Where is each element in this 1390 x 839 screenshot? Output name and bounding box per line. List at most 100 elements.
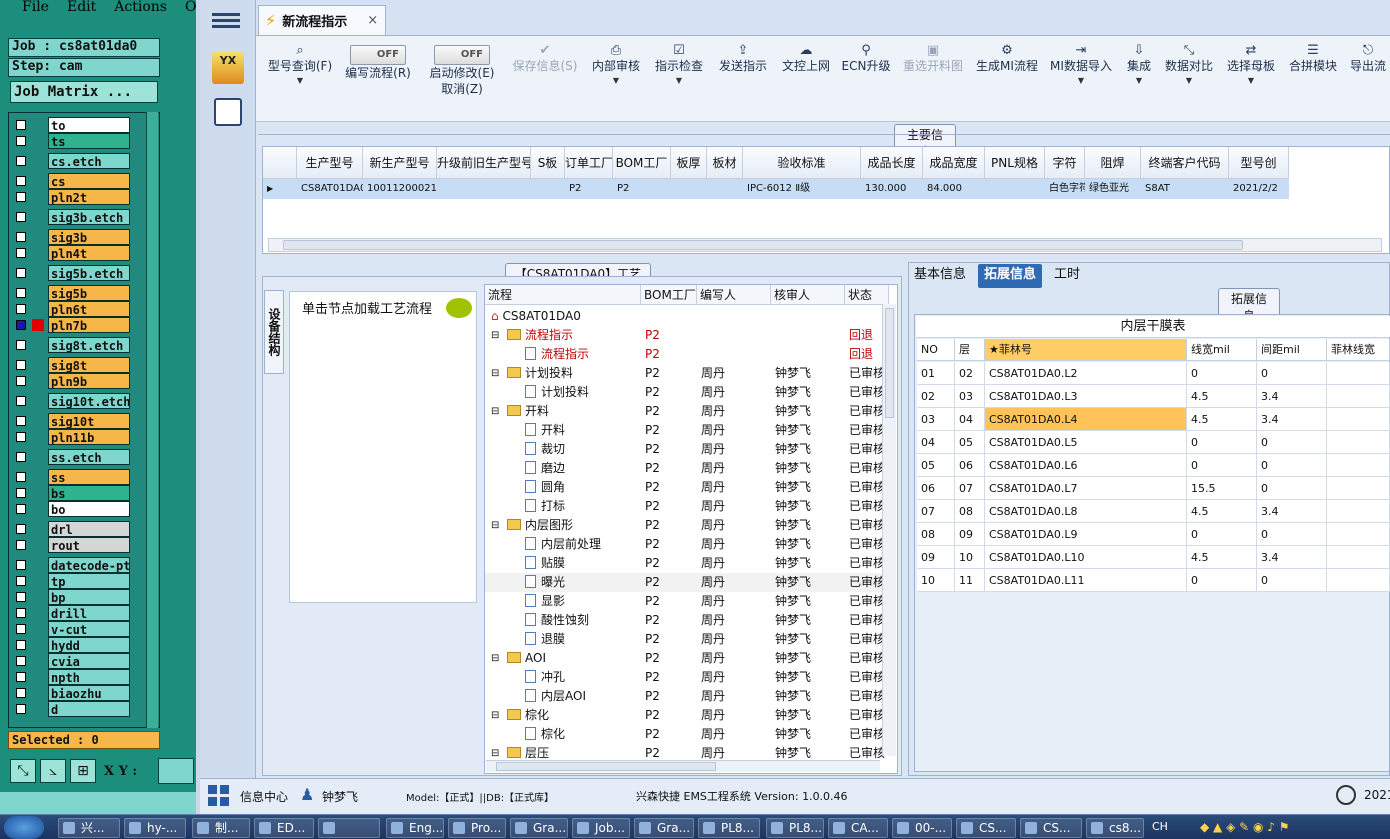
flow-tree-vscroll[interactable] (882, 304, 896, 756)
film-cell[interactable] (1327, 408, 1390, 431)
film-cell[interactable]: 02 (917, 385, 955, 408)
layer-row[interactable]: ss (12, 469, 136, 485)
layer-checkbox[interactable] (16, 656, 26, 666)
layer-checkbox[interactable] (16, 640, 26, 650)
layer-row[interactable]: sig3b (12, 229, 136, 245)
expand-toggle-icon[interactable]: ⊟ (491, 326, 503, 345)
film-cell[interactable]: 0 (1187, 569, 1257, 592)
taskbar-item[interactable]: CA... (828, 818, 888, 838)
taskbar-item[interactable]: CS... (1020, 818, 1082, 838)
doc-upload-button[interactable]: ☁ 文控上网 (778, 36, 834, 122)
layer-checkbox[interactable] (16, 576, 26, 586)
tree-row[interactable]: 流程指示 ⊟ P2 回退 (485, 326, 885, 345)
film-cell[interactable]: 4.5 (1187, 408, 1257, 431)
layer-checkbox[interactable] (16, 432, 26, 442)
taskbar-item[interactable]: CS... (956, 818, 1016, 838)
grid-cell[interactable]: 白色字符 (1045, 179, 1085, 199)
taskbar-item[interactable]: Pro... (448, 818, 506, 838)
film-cell[interactable]: CS8AT01DA0.L7 (985, 477, 1187, 500)
menu-file[interactable]: File (22, 0, 49, 14)
tab-close-icon[interactable]: × (367, 13, 378, 28)
layer-row[interactable]: sig8t (12, 357, 136, 373)
layer-row[interactable]: datecode-pt (12, 557, 136, 573)
tree-column-header[interactable]: 编写人 (697, 285, 771, 305)
send-instruction-button[interactable]: ⇪ 发送指示 (716, 36, 770, 122)
tree-row[interactable]: 裁切 P2 周丹 钟梦飞 已审核 (485, 440, 885, 459)
side-tab-equipment[interactable]: 设备结构 (264, 290, 284, 374)
layer-checkbox[interactable] (16, 704, 26, 714)
column-header[interactable]: 订单工厂 (565, 147, 613, 179)
cancel-label[interactable]: 取消(Z) (424, 81, 500, 97)
tab-work-hours[interactable]: 工时 (1048, 264, 1086, 288)
film-cell[interactable]: CS8AT01DA0.L11 (985, 569, 1187, 592)
layer-checkbox[interactable] (16, 376, 26, 386)
taskbar-item[interactable]: ED... (254, 818, 314, 838)
grid-cell[interactable]: 130.000 (861, 179, 923, 199)
edit-flow-button[interactable]: OFF 编写流程(R) (342, 36, 414, 122)
film-cell[interactable] (1327, 454, 1390, 477)
layer-row[interactable]: sig8t.etch (12, 337, 136, 353)
layer-row[interactable]: pln6t (12, 301, 136, 317)
film-cell[interactable]: 3.4 (1257, 408, 1327, 431)
film-cell[interactable]: 0 (1187, 362, 1257, 385)
grid-cell[interactable] (707, 179, 743, 199)
layer-checkbox[interactable] (16, 288, 26, 298)
layer-checkbox[interactable] (16, 416, 26, 426)
grid-cell[interactable]: 2021/2/2 (1229, 179, 1289, 199)
tree-row[interactable]: 内层前处理 P2 周丹 钟梦飞 已审核 (485, 535, 885, 554)
film-cell[interactable]: 06 (917, 477, 955, 500)
film-column-header[interactable]: NO (917, 339, 955, 361)
layer-row[interactable]: to (12, 117, 136, 133)
layer-checkbox[interactable] (16, 488, 26, 498)
select-master-button[interactable]: ⇄ 选择母板 ▼ (1224, 36, 1278, 122)
film-cell[interactable]: 03 (917, 408, 955, 431)
layer-row[interactable]: hydd (12, 637, 136, 653)
grid-cell[interactable] (531, 179, 565, 199)
grid-cell[interactable]: IPC-6012 Ⅱ级 (743, 179, 861, 199)
layer-checkbox[interactable] (16, 212, 26, 222)
tree-row[interactable]: 圆角 P2 周丹 钟梦飞 已审核 (485, 478, 885, 497)
layer-row[interactable]: ss.etch (12, 449, 136, 465)
film-cell[interactable]: 3.4 (1257, 546, 1327, 569)
grid-cell[interactable]: CS8AT01DA0 (297, 179, 363, 199)
grid-cell[interactable]: 绿色亚光 (1085, 179, 1141, 199)
film-cell[interactable]: CS8AT01DA0.L5 (985, 431, 1187, 454)
layer-checkbox[interactable] (16, 524, 26, 534)
tree-row[interactable]: 磨边 P2 周丹 钟梦飞 已审核 (485, 459, 885, 478)
menu-options[interactable]: Opt (185, 0, 196, 14)
layer-checkbox[interactable] (16, 360, 26, 370)
factory-logo-icon[interactable]: YX (212, 52, 244, 84)
tree-row[interactable]: 显影 P2 周丹 钟梦飞 已审核 (485, 592, 885, 611)
film-cell[interactable]: 07 (955, 477, 985, 500)
column-header[interactable]: 阻焊 (1085, 147, 1141, 179)
column-header[interactable]: BOM工厂 (613, 147, 671, 179)
film-cell[interactable]: 4.5 (1187, 500, 1257, 523)
film-cell[interactable]: 0 (1257, 523, 1327, 546)
flow-tree-hscroll[interactable] (486, 760, 880, 772)
tree-row[interactable]: 贴膜 P2 周丹 钟梦飞 已审核 (485, 554, 885, 573)
internal-review-button[interactable]: ⎙ 内部审核 ▼ (590, 36, 642, 122)
job-matrix-button[interactable]: Job Matrix ... (10, 81, 158, 103)
tree-row[interactable]: AOI ⊟ P2 周丹 钟梦飞 已审核 (485, 649, 885, 668)
film-cell[interactable]: 08 (955, 500, 985, 523)
film-cell[interactable]: 4.5 (1187, 546, 1257, 569)
layer-row[interactable]: rout (12, 537, 136, 553)
save-info-button[interactable]: ✔ 保存信息(S) (508, 36, 582, 122)
export-button[interactable]: ⎋ 导出流 (1348, 36, 1388, 122)
ecn-upgrade-button[interactable]: ⚲ ECN升级 (840, 36, 892, 122)
film-cell[interactable] (1327, 523, 1390, 546)
layer-row[interactable]: cs (12, 173, 136, 189)
expand-toggle-icon[interactable]: ⊟ (491, 516, 503, 535)
expand-toggle-icon[interactable]: ⊟ (491, 364, 503, 383)
film-cell[interactable]: CS8AT01DA0.L8 (985, 500, 1187, 523)
layer-checkbox[interactable] (16, 688, 26, 698)
film-column-header[interactable]: 层 (955, 339, 985, 361)
layer-row[interactable]: pln7b (12, 317, 136, 333)
model-query-button[interactable]: ⌕ 型号查询(F) ▼ (264, 36, 336, 122)
expand-toggle-icon[interactable]: ⊟ (491, 402, 503, 421)
tree-row[interactable]: 冲孔 P2 周丹 钟梦飞 已审核 (485, 668, 885, 687)
column-header[interactable]: 生产型号 (297, 147, 363, 179)
layer-checkbox[interactable] (16, 304, 26, 314)
film-cell[interactable]: CS8AT01DA0.L9 (985, 523, 1187, 546)
taskbar-item[interactable]: PL8... (766, 818, 824, 838)
